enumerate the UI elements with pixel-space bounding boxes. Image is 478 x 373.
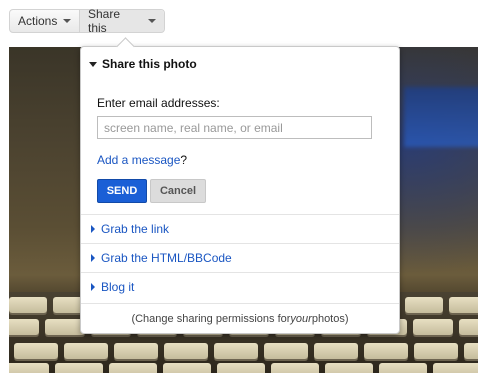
share-popup-title: Share this photo: [102, 57, 197, 71]
blog-it-label: Blog it: [101, 280, 135, 294]
share-popup: Share this photo Enter email addresses: …: [80, 37, 400, 334]
popup-pointer: [116, 37, 135, 56]
add-message-link[interactable]: Add a message: [97, 153, 180, 167]
photo-key: [109, 363, 157, 373]
share-popup-header[interactable]: Share this photo: [89, 57, 197, 71]
photo-key: [449, 297, 478, 313]
triangle-down-icon: [89, 61, 97, 67]
footer-suffix: photos): [311, 312, 349, 325]
photo-key: [64, 343, 108, 359]
share-this-label: Share this: [88, 7, 121, 35]
photo-key: [325, 363, 373, 373]
grab-html-bbcode-option[interactable]: Grab the HTML/BBCode: [81, 243, 399, 272]
photo-key: [271, 363, 319, 373]
triangle-right-icon: [91, 225, 95, 233]
photo-key: [464, 343, 478, 359]
actions-menu-button[interactable]: Actions: [10, 10, 80, 32]
photo-key: [9, 319, 39, 335]
photo-key: [9, 363, 49, 373]
email-input[interactable]: [97, 116, 372, 139]
photo-key: [379, 363, 427, 373]
footer-emphasis[interactable]: your: [290, 313, 311, 325]
photo-key: [55, 363, 103, 373]
chevron-down-icon: [63, 19, 72, 23]
footer-prefix: (Change sharing permissions for: [131, 312, 291, 325]
photo-key: [414, 343, 458, 359]
photo-toolbar: Actions Share this: [9, 7, 165, 35]
triangle-right-icon: [91, 254, 95, 262]
email-field-label: Enter email addresses:: [97, 96, 220, 110]
grab-link-label: Grab the link: [101, 222, 170, 236]
chevron-down-icon: [148, 19, 156, 23]
photo-monitor-glow: [404, 87, 478, 147]
photo-key: [217, 363, 265, 373]
grab-html-bbcode-label: Grab the HTML/BBCode: [101, 251, 232, 265]
photo-key: [413, 319, 453, 335]
send-button[interactable]: SEND: [97, 179, 147, 203]
photo-key: [314, 343, 358, 359]
sharing-permissions-note: (Change sharing permissions for your pho…: [81, 303, 399, 333]
photo-key: [459, 319, 478, 335]
cancel-button[interactable]: Cancel: [150, 179, 206, 203]
blog-it-option[interactable]: Blog it: [81, 272, 399, 301]
photo-key: [114, 343, 158, 359]
photo-key: [433, 363, 478, 373]
add-message-row: Add a message?: [97, 153, 187, 167]
photo-key: [9, 297, 47, 313]
triangle-right-icon: [91, 283, 95, 291]
photo-key: [364, 343, 408, 359]
actions-label: Actions: [18, 14, 58, 28]
photo-key: [214, 343, 258, 359]
grab-link-option[interactable]: Grab the link: [81, 214, 399, 243]
photo-key: [14, 343, 58, 359]
photo-key: [45, 319, 85, 335]
photo-key: [164, 343, 208, 359]
photo-key: [405, 297, 443, 313]
photo-key: [163, 363, 211, 373]
photo-key: [264, 343, 308, 359]
share-this-menu-button[interactable]: Share this: [80, 7, 164, 35]
add-message-suffix: ?: [180, 153, 188, 167]
